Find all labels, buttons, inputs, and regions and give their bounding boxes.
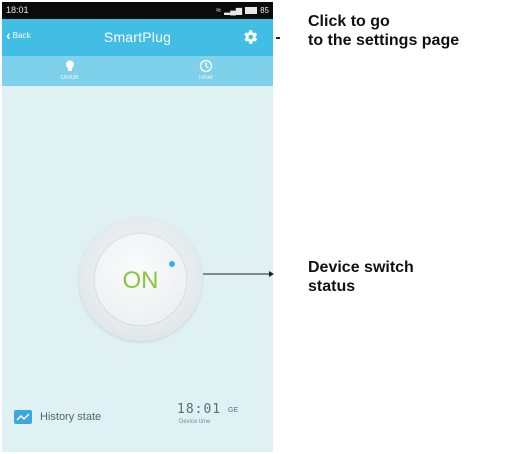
device-time-caption: Device time <box>179 419 211 425</box>
history-state-label: History state <box>40 411 102 423</box>
wifi-icon: ≈ <box>216 5 222 15</box>
battery-icon <box>245 7 258 14</box>
power-switch-button[interactable]: ON <box>79 218 202 341</box>
settings-annotation-line-2: to the settings page <box>308 32 460 49</box>
switch-state-label: ON <box>122 267 159 294</box>
chart-icon <box>14 410 32 424</box>
switch-pointer-arrow <box>203 271 274 277</box>
gear-icon[interactable] <box>241 28 259 46</box>
history-state-link[interactable]: History state <box>14 410 101 424</box>
status-bar: 18:01 ≈ ▂▄▆ 85 <box>2 2 273 19</box>
battery-level: 85 <box>260 5 269 15</box>
tab-on-off[interactable]: On/Off <box>2 56 137 86</box>
settings-annotation: Click to go to the settings page <box>308 12 459 50</box>
switch-annotation: Device switch status <box>308 258 414 296</box>
switch-annotation-line-2: status <box>308 278 356 295</box>
clock-icon <box>199 59 212 73</box>
status-time: 18:01 <box>6 5 29 15</box>
timezone-label: GE <box>228 407 239 414</box>
settings-pointer <box>276 37 280 39</box>
status-icons: ≈ ▂▄▆ 85 <box>216 5 269 15</box>
tab-on-off-label: On/Off <box>60 75 79 81</box>
tab-timer[interactable]: Timer <box>138 56 273 86</box>
device-time-block: 18:01 GE Device time <box>177 402 247 425</box>
settings-annotation-line-1: Click to go <box>308 13 390 30</box>
app-header: ‹ Back SmartPlug <box>2 19 273 56</box>
app-title: SmartPlug <box>103 29 172 45</box>
phone-screen: 18:01 ≈ ▂▄▆ 85 ‹ Back SmartPlug On/Off T… <box>2 2 273 452</box>
tab-bar: On/Off Timer <box>2 56 273 86</box>
bulb-icon <box>65 60 74 71</box>
signal-icon: ▂▄▆ <box>224 5 243 15</box>
tab-timer-label: Timer <box>197 75 214 81</box>
power-switch-face: ON <box>95 234 186 325</box>
switch-annotation-line-1: Device switch <box>308 259 414 276</box>
